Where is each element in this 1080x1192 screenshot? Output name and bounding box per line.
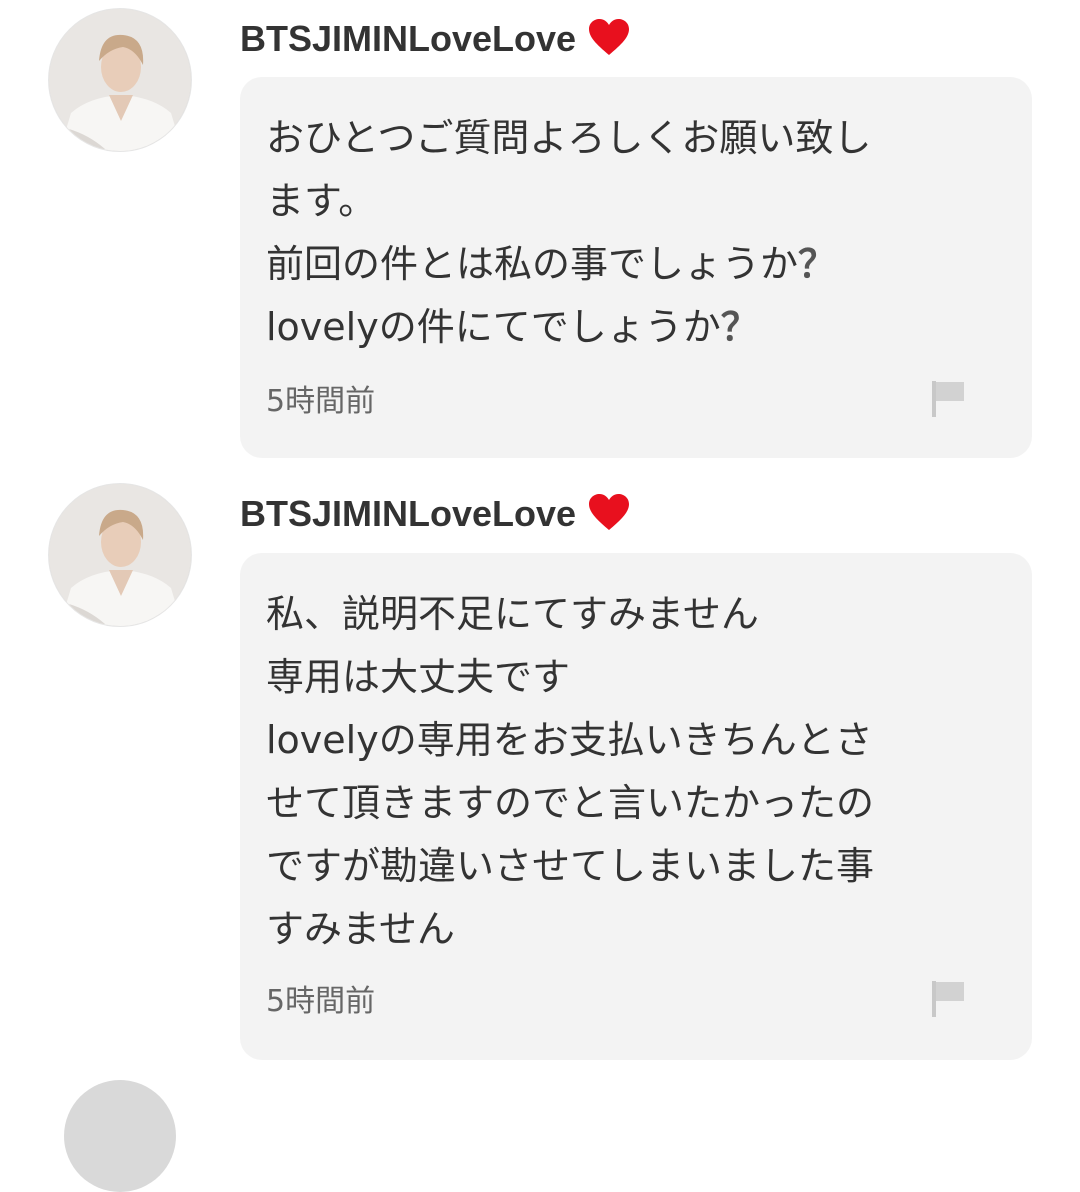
username-text: BTSJIMINLoveLove	[240, 493, 577, 534]
message-bubble: おひとつご質問よろしくお願い致し ます。 前回の件とは私の事でしょうか？ lov…	[240, 77, 1032, 458]
username[interactable]: BTSJIMINLoveLove	[240, 17, 630, 61]
flag-icon[interactable]	[930, 979, 966, 1019]
message-line: 前回の件とは私の事でしょうか？	[266, 233, 992, 296]
avatar-photo	[49, 484, 191, 626]
heart-icon	[589, 19, 630, 55]
message-line: 私、説明不足にてすみません	[266, 592, 759, 636]
avatar-photo	[49, 9, 191, 151]
avatar[interactable]	[64, 1080, 176, 1192]
message-text: 私、説明不足にてすみません 専用は大丈夫です lovelyの専用をお支払いきちん…	[266, 583, 992, 961]
timestamp: 5時間前	[266, 384, 376, 419]
message-line: ですが勘違いさせてしまいました事	[266, 844, 875, 888]
message-text: おひとつご質問よろしくお願い致し ます。 前回の件とは私の事でしょうか？ lov…	[266, 107, 992, 359]
flag-icon[interactable]	[930, 379, 966, 419]
avatar[interactable]	[48, 8, 192, 152]
question-mark: ？	[720, 305, 759, 349]
username[interactable]: BTSJIMINLoveLove	[240, 492, 630, 536]
message-line-text: 前回の件とは私の事でしょうか	[266, 242, 799, 286]
message-bubble: 私、説明不足にてすみません 専用は大丈夫です lovelyの専用をお支払いきちん…	[240, 553, 1032, 1060]
message-line: すみません	[266, 907, 455, 951]
timestamp: 5時間前	[266, 984, 376, 1019]
avatar[interactable]	[48, 483, 192, 627]
message-line: lovelyの専用をお支払いきちんとさ	[266, 718, 873, 762]
message-line: ます。	[266, 179, 377, 223]
message-line: おひとつご質問よろしくお願い致し	[266, 116, 872, 160]
message-line: lovelyの件にてでしょうか？	[266, 296, 992, 359]
message-line: せて頂きますのでと言いたかったの	[266, 781, 875, 825]
message-line-text: lovelyの件にてでしょうか	[266, 305, 721, 349]
question-mark: ？	[798, 242, 837, 286]
heart-icon	[589, 494, 630, 530]
message-line: 専用は大丈夫です	[266, 655, 571, 699]
username-text: BTSJIMINLoveLove	[240, 18, 577, 59]
